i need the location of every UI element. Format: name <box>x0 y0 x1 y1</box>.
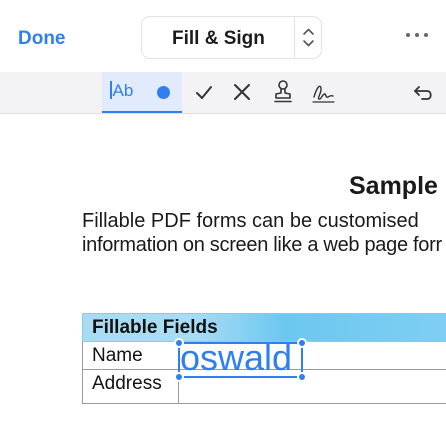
page-title: Fill & Sign <box>172 28 265 49</box>
color-dot-icon[interactable] <box>157 86 170 99</box>
document-title: Sample <box>349 172 438 200</box>
name-text-field[interactable]: oswald <box>174 338 307 382</box>
stamp-icon[interactable] <box>268 72 298 113</box>
document-paragraph-line: information on screen like a web page fo… <box>82 234 442 256</box>
name-label: Name <box>92 345 143 366</box>
top-navigation-bar: Done Fill & Sign <box>0 0 446 72</box>
title-switcher[interactable]: Fill & Sign <box>141 16 322 59</box>
pdf-document-canvas[interactable]: Sample Fillable PDF forms can be customi… <box>0 114 446 447</box>
document-paragraph-line: Fillable PDF forms can be customised <box>82 210 419 232</box>
fill-sign-toolbar: Ab <box>0 72 446 114</box>
signature-icon[interactable] <box>308 72 338 113</box>
resize-handle[interactable] <box>297 372 307 382</box>
name-field-value[interactable]: oswald <box>180 338 292 378</box>
resize-handle[interactable] <box>174 338 184 348</box>
text-cursor-icon: Ab <box>110 81 133 101</box>
text-tool-label: Ab <box>112 81 134 100</box>
active-tool-indicator <box>102 111 182 113</box>
resize-handle[interactable] <box>297 338 307 348</box>
address-label: Address <box>92 373 162 394</box>
undo-icon[interactable] <box>408 72 440 113</box>
ellipsis-icon[interactable] <box>404 24 430 44</box>
resize-handle[interactable] <box>174 372 184 382</box>
done-button[interactable]: Done <box>18 28 66 50</box>
text-tool-button[interactable]: Ab <box>102 72 182 113</box>
cross-icon[interactable] <box>228 72 256 113</box>
checkmark-icon[interactable] <box>190 72 218 113</box>
table-header-label: Fillable Fields <box>92 317 218 338</box>
chevron-up-down-icon[interactable] <box>295 17 322 58</box>
